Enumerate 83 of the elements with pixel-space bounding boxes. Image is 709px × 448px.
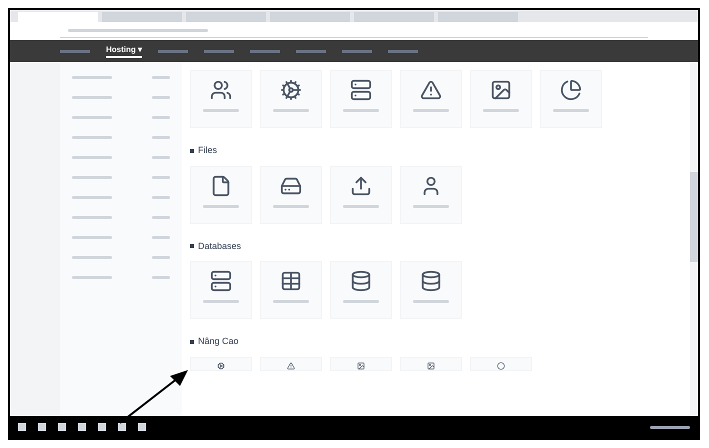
server-icon [350,79,372,101]
tool-tile[interactable] [330,261,392,319]
tool-tile[interactable] [470,70,532,128]
tool-tile[interactable] [540,70,602,128]
image-icon [490,79,512,101]
blurred-text [413,300,449,303]
blurred-text [343,204,379,208]
blurred-text [343,300,379,303]
server-icon [210,270,232,292]
blurred-text [203,204,239,208]
blurred-text [203,300,239,303]
tool-tile[interactable] [190,356,252,370]
chart-icon [560,79,582,101]
bullet-icon [190,244,194,248]
table-icon [280,270,302,292]
blurred-text [72,256,112,259]
tool-tile[interactable] [400,356,462,370]
blurred-text [152,76,170,79]
tool-tile[interactable] [190,70,252,128]
section-title: Databases [198,240,242,252]
blurred-text [152,116,170,119]
nav-item[interactable] [296,50,326,52]
blurred-text [72,136,112,139]
blurred-text [273,109,309,112]
blurred-text [152,236,170,239]
blurred-text [413,109,449,112]
tool-tile[interactable] [260,261,322,319]
section-title: Files [198,144,218,157]
database-icon [350,270,372,292]
tool-tile[interactable] [260,70,322,128]
blurred-text [152,176,170,179]
file-icon [210,174,232,196]
blurred-text [72,116,112,119]
system-tray [650,426,690,428]
database-icon [420,270,442,292]
blurred-text [343,109,379,112]
nav-item[interactable] [158,50,188,52]
blurred-text [152,256,170,259]
nav-item[interactable] [60,50,90,52]
tool-tile[interactable] [260,356,322,370]
blurred-text [152,156,170,159]
blurred-text [273,204,309,208]
blurred-text [72,76,112,79]
blurred-text [483,109,519,112]
blurred-text [152,96,170,99]
tool-tile[interactable] [400,261,462,319]
tool-tile[interactable] [400,166,462,224]
blurred-text [72,236,112,239]
upload-icon [350,174,372,196]
blurred-text [72,276,112,279]
blurred-text [273,300,309,303]
tool-tile[interactable] [190,166,252,224]
tool-tile[interactable] [260,166,322,224]
nav-item[interactable] [388,50,418,52]
tool-tile[interactable] [330,356,392,370]
blurred-text [72,176,112,179]
nav-item[interactable] [342,50,372,52]
tool-tile[interactable] [190,261,252,319]
nav-item[interactable] [204,50,234,52]
scrollbar[interactable] [690,62,698,416]
tool-tile[interactable] [330,166,392,224]
tool-tile[interactable] [400,70,462,128]
blurred-text [72,196,112,199]
blurred-text [203,109,239,112]
nav-item[interactable] [250,50,280,52]
blurred-text [152,136,170,139]
blurred-text [152,196,170,199]
blurred-text [152,216,170,219]
bullet-icon [190,148,194,153]
blurred-text [553,109,589,112]
bullet-icon [190,340,194,344]
blurred-text [72,96,112,99]
blurred-text [72,216,112,219]
users-icon [210,79,232,101]
blurred-text [152,276,170,279]
tool-tile[interactable] [330,70,392,128]
blurred-text [413,204,449,208]
blurred-text [72,156,112,159]
nav-item[interactable]: Hosting ▾ [106,44,142,58]
section-title: Nâng Cao [198,335,239,348]
gears-icon [280,79,302,101]
warning-icon [420,79,442,101]
tool-tile[interactable] [470,356,532,370]
